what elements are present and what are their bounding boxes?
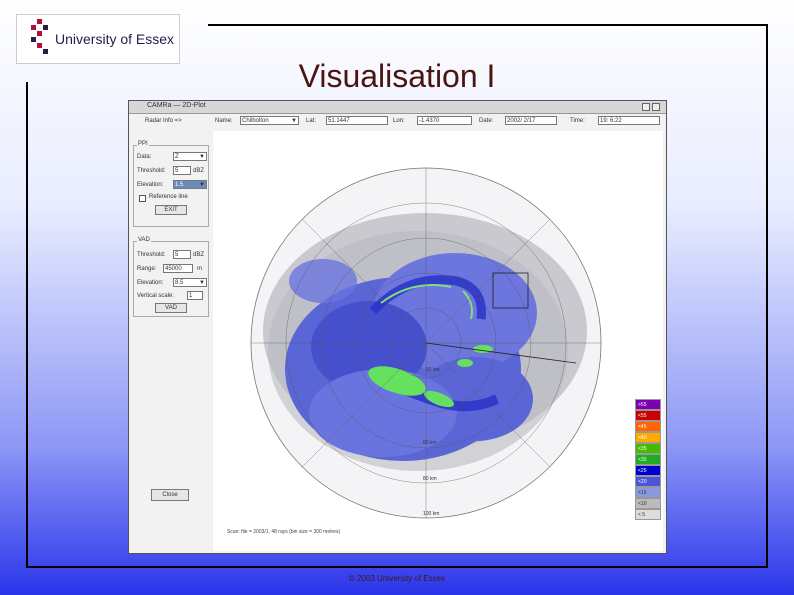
legend-item-label: <10 xyxy=(638,501,647,507)
legend-item: < 5 xyxy=(635,509,661,520)
name-select[interactable]: Chilbolton ▼ xyxy=(240,116,299,125)
chevron-down-icon: ▼ xyxy=(291,118,297,124)
name-select-value: Chilbolton xyxy=(242,118,269,124)
window-title: CAMRa — 2D-Plot xyxy=(147,102,206,109)
time-field[interactable]: 19: 6:22 xyxy=(598,116,660,125)
ppi-threshold-label: Threshold: xyxy=(137,168,166,174)
time-label: Time: xyxy=(570,118,585,124)
vad-button[interactable]: VAD xyxy=(155,303,187,313)
range-ring-label: 60 km xyxy=(423,440,437,446)
ppi-elevation-label: Elevation: xyxy=(137,182,164,188)
reference-line-checkbox[interactable] xyxy=(139,195,146,202)
ppi-threshold-field[interactable]: 5 xyxy=(173,166,191,175)
radar-info-label: Radar Info => xyxy=(145,118,182,124)
vad-threshold-label: Threshold: xyxy=(137,252,166,258)
radar-info-bar: Radar Info => Name: Chilbolton ▼ Lat: 51… xyxy=(129,115,666,131)
slide-footer: © 2003 University of Essex xyxy=(348,574,446,583)
lon-field[interactable]: -1.4370 xyxy=(417,116,472,125)
radar-plot-area[interactable]: 50 km 60 km 80 km 100 km xyxy=(213,131,663,551)
vad-threshold-field[interactable]: 5 xyxy=(173,250,191,259)
vad-range-field[interactable]: 45000 xyxy=(163,264,193,273)
legend-item: <40 xyxy=(635,432,661,443)
university-logo: University of Essex xyxy=(16,14,180,64)
control-panel: PPI Data: Z ▼ Threshold: 5 dBZ Elevation… xyxy=(129,131,213,551)
frame-bottom-line xyxy=(26,566,768,568)
chevron-down-icon: ▼ xyxy=(199,154,205,160)
vad-threshold-unit: dBZ xyxy=(193,252,205,258)
close-window-button[interactable] xyxy=(652,103,660,111)
ppi-elevation-select[interactable]: 1.5 ▼ xyxy=(173,180,207,189)
legend-item-label: <40 xyxy=(638,435,647,441)
chevron-down-icon: ▼ xyxy=(199,280,205,286)
frame-left-line xyxy=(26,82,28,568)
frame-top-line xyxy=(208,24,768,26)
legend-item-label: <45 xyxy=(638,424,647,430)
close-button[interactable]: Close xyxy=(151,489,189,501)
legend-item-label: >55 xyxy=(638,402,647,408)
legend-item-label: <25 xyxy=(638,468,647,474)
chevron-down-icon: ▼ xyxy=(199,182,205,188)
range-ring-label: 80 km xyxy=(423,476,437,482)
vad-elevation-label: Elevation: xyxy=(137,280,164,286)
vertical-scale-label: Vertical scale: xyxy=(137,293,175,299)
ppi-data-select[interactable]: Z ▼ xyxy=(173,152,207,161)
legend-item: <55 xyxy=(635,410,661,421)
legend-item-label: <15 xyxy=(638,490,647,496)
ppi-threshold-unit: dBZ xyxy=(193,168,205,174)
color-scale-legend: >55 <55 <45 <40 <35 <30 <25 <20 <15 <10 … xyxy=(635,399,661,520)
vad-elevation-select[interactable]: 8.5 ▼ xyxy=(173,278,207,287)
slide-title: Visualisation I xyxy=(298,58,496,94)
ppi-elevation-value: 1.5 xyxy=(175,182,184,188)
legend-item: <35 xyxy=(635,443,661,454)
legend-item-label: <55 xyxy=(638,413,647,419)
frame-right-line xyxy=(766,24,768,568)
app-window: CAMRa — 2D-Plot Radar Info => Name: Chil… xyxy=(128,100,667,554)
date-label: Date: xyxy=(479,118,494,124)
lat-label: Lat: xyxy=(306,118,317,124)
minimize-button[interactable] xyxy=(642,103,650,111)
ppi-group-label: PPI xyxy=(137,141,149,147)
legend-item: <45 xyxy=(635,421,661,432)
legend-item-label: <20 xyxy=(638,479,647,485)
ppi-data-value: Z xyxy=(175,154,179,160)
vad-group-label: VAD xyxy=(137,237,151,243)
date-field[interactable]: 2002/ 2/17 xyxy=(505,116,557,125)
legend-item-label: <30 xyxy=(638,457,647,463)
vad-elevation-value: 8.5 xyxy=(175,280,184,286)
ppi-exit-button[interactable]: EXIT xyxy=(155,205,187,215)
range-ring-label: 100 km xyxy=(423,511,440,517)
status-line: Scan: file = 2003/1, 48 rays (bin size =… xyxy=(227,529,341,535)
ppi-data-label: Data: xyxy=(137,154,152,160)
lat-field[interactable]: 51.1447 xyxy=(326,116,388,125)
vad-range-unit: m xyxy=(197,266,202,272)
legend-item: <30 xyxy=(635,454,661,465)
legend-item-label: < 5 xyxy=(638,512,646,518)
legend-item: >55 xyxy=(635,399,661,410)
vertical-scale-field[interactable]: 1 xyxy=(187,291,203,300)
window-titlebar[interactable]: CAMRa — 2D-Plot xyxy=(129,101,666,114)
legend-item-label: <35 xyxy=(638,446,647,452)
legend-item: <15 xyxy=(635,487,661,498)
logo-text: University of Essex xyxy=(55,31,175,47)
vad-range-label: Range: xyxy=(137,266,157,272)
range-ring-label: 50 km xyxy=(426,367,440,373)
lon-label: Lon: xyxy=(393,118,405,124)
legend-item: <25 xyxy=(635,465,661,476)
radar-ppi-image xyxy=(250,167,602,519)
reference-line-label: Reference line xyxy=(149,194,188,200)
legend-item: <20 xyxy=(635,476,661,487)
legend-item: <10 xyxy=(635,498,661,509)
name-label: Name: xyxy=(215,118,233,124)
